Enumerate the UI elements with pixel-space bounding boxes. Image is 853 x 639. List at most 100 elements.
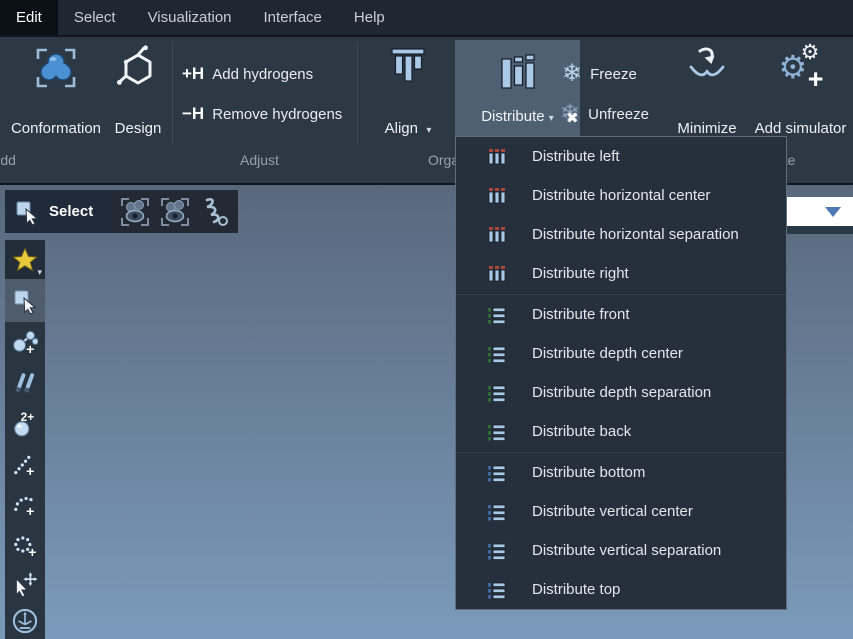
select-visible-button[interactable] — [116, 193, 154, 231]
distribute-label: Distribute ▾ — [481, 108, 554, 125]
tool-sidebar: ▾ + — [5, 240, 45, 639]
group-label-adjust: Adjust — [240, 152, 279, 168]
move-tool[interactable] — [5, 565, 45, 603]
select-button[interactable]: Select — [5, 190, 112, 233]
menu-item-label: Distribute depth separation — [532, 384, 711, 401]
align-dropdown-arrow[interactable]: ▾ — [426, 125, 431, 136]
menu-item-distribute-left[interactable]: Distribute left — [456, 137, 786, 176]
freeze-label: Freeze — [590, 66, 637, 83]
freeze-button[interactable]: ❄ Freeze — [562, 58, 637, 90]
selection-toolbar: Select — [5, 190, 238, 233]
distribute-horizontal-icon — [486, 224, 508, 246]
svg-text:+: + — [26, 463, 34, 478]
tab-interface[interactable]: Interface — [248, 0, 338, 35]
add-hydrogens-label: Add hydrogens — [212, 66, 313, 83]
menu-item-label: Distribute vertical center — [532, 503, 693, 520]
menu-item-label: Distribute horizontal separation — [532, 226, 739, 243]
conformation-button[interactable]: Conformation — [8, 45, 104, 139]
navigation-gauge-tool[interactable] — [5, 603, 45, 639]
add-ring-tool[interactable]: + — [5, 525, 45, 565]
select-hidden-button[interactable] — [156, 193, 194, 231]
select-square-cursor-icon — [14, 198, 40, 226]
distribute-vertical-icon — [486, 540, 508, 562]
distribute-horizontal-icon — [486, 185, 508, 207]
tab-edit[interactable]: Edit — [0, 0, 58, 35]
tab-help[interactable]: Help — [338, 0, 401, 35]
distribute-vertical-icon — [486, 501, 508, 523]
menu-item-distribute-right[interactable]: Distribute right — [456, 254, 786, 293]
select-square-cursor-icon — [12, 287, 38, 315]
add-atom-tool[interactable]: + — [5, 322, 45, 362]
menu-item-distribute-depth-separation[interactable]: Distribute depth separation — [456, 373, 786, 412]
menu-item-distribute-top[interactable]: Distribute top — [456, 570, 786, 609]
select-helix-button[interactable] — [196, 193, 234, 231]
conformation-label: Conformation — [11, 120, 101, 137]
add-hydrogens-button[interactable]: +H Add hydrogens — [182, 58, 313, 90]
distribute-dropdown-arrow[interactable]: ▾ — [549, 113, 554, 124]
tab-visualization[interactable]: Visualization — [132, 0, 248, 35]
add-ring-icon: + — [12, 532, 38, 558]
add-chain-tool[interactable]: + — [5, 445, 45, 485]
design-button[interactable]: Design — [106, 45, 170, 139]
star-dropdown-arrow[interactable]: ▾ — [37, 267, 42, 278]
minimize-label: Minimize — [677, 120, 736, 137]
add-simulator-label: Add simulator — [755, 120, 847, 137]
distribute-icon — [498, 52, 538, 94]
add-curve-tool[interactable]: + — [5, 485, 45, 525]
menu-bar: Edit Select Visualization Interface Help — [0, 0, 853, 37]
distribute-vertical-icon — [486, 579, 508, 601]
distribute-horizontal-icon — [486, 263, 508, 285]
tab-select[interactable]: Select — [58, 0, 132, 35]
distribute-horizontal-icon — [486, 146, 508, 168]
gauge-icon — [11, 607, 39, 635]
menu-item-distribute-depth-center[interactable]: Distribute depth center — [456, 334, 786, 373]
unfreeze-button[interactable]: ❄✖ Unfreeze — [560, 98, 649, 130]
remove-hydrogens-label: Remove hydrogens — [212, 106, 342, 123]
selection-eye-molecule-icon — [118, 195, 152, 229]
select-label: Select — [49, 203, 93, 220]
menu-item-distribute-horizontal-separation[interactable]: Distribute horizontal separation — [456, 215, 786, 254]
menu-item-distribute-bottom[interactable]: Distribute bottom — [456, 453, 786, 492]
remove-hydrogens-button[interactable]: −H Remove hydrogens — [182, 98, 342, 130]
distribute-dropdown-menu: Distribute left Distribute horizontal ce… — [455, 136, 787, 610]
unfreeze-snowflake-x-icon: ❄✖ — [560, 102, 580, 126]
align-icon — [389, 45, 427, 85]
add-chain-icon: + — [12, 452, 38, 478]
distribute-depth-icon — [486, 382, 508, 404]
menu-item-label: Distribute depth center — [532, 345, 683, 362]
minimize-arrow-icon — [686, 45, 728, 85]
menu-item-label: Distribute right — [532, 265, 629, 282]
add-simulator-button[interactable]: ⚙⚙+ Add simulator — [748, 45, 853, 139]
bond-sticks-icon — [12, 369, 38, 395]
add-curve-icon: + — [12, 492, 38, 518]
menu-item-label: Distribute horizontal center — [532, 187, 710, 204]
menu-item-distribute-front[interactable]: Distribute front — [456, 295, 786, 334]
group-label-add: Add — [0, 152, 16, 168]
align-button[interactable]: Align ▾ — [368, 45, 448, 139]
menu-item-distribute-horizontal-center[interactable]: Distribute horizontal center — [456, 176, 786, 215]
design-label: Design — [115, 120, 162, 137]
distribute-depth-icon — [486, 304, 508, 326]
minimize-button[interactable]: Minimize — [665, 45, 749, 139]
add-bond-tool[interactable] — [5, 362, 45, 402]
distribute-depth-icon — [486, 421, 508, 443]
menu-item-distribute-vertical-center[interactable]: Distribute vertical center — [456, 492, 786, 531]
svg-text:+: + — [28, 544, 36, 558]
menu-item-label: Distribute front — [532, 306, 630, 323]
ribbon-separator — [357, 42, 358, 144]
select-tool[interactable] — [5, 279, 45, 322]
unfreeze-label: Unfreeze — [588, 106, 649, 123]
menu-item-distribute-vertical-separation[interactable]: Distribute vertical separation — [456, 531, 786, 570]
design-hexagon-icon — [116, 45, 160, 91]
selection-option-icons — [112, 190, 238, 233]
combo-arrow-icon — [825, 207, 841, 217]
menu-item-distribute-back[interactable]: Distribute back — [456, 412, 786, 451]
favorites-star-tool[interactable]: ▾ — [5, 240, 45, 279]
set-charge-tool[interactable]: 2+ — [5, 402, 45, 445]
add-simulator-gears-icon: ⚙⚙+ — [779, 45, 823, 91]
app-window: Edit Select Visualization Interface Help… — [0, 0, 853, 639]
align-label: Align ▾ — [385, 120, 432, 137]
distribute-vertical-icon — [486, 462, 508, 484]
svg-text:+: + — [26, 503, 34, 518]
ribbon-separator — [172, 42, 173, 144]
